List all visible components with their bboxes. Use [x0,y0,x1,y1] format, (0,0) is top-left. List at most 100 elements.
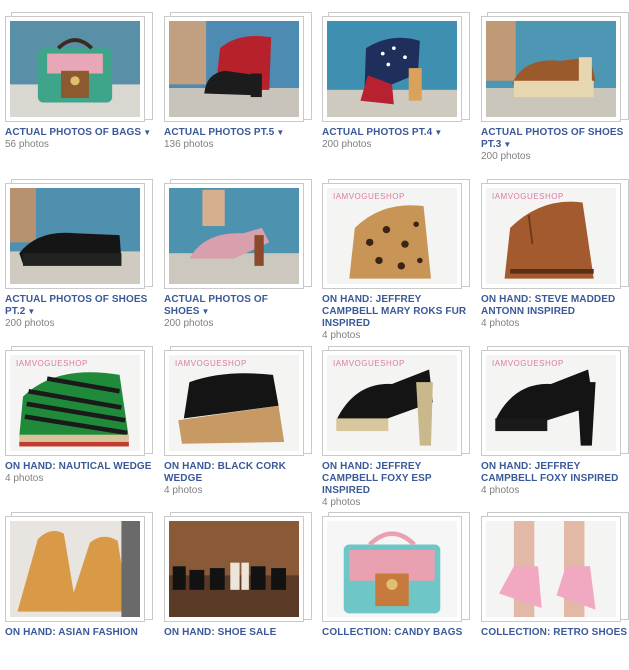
photo-count: 200 photos [481,151,531,162]
album-cover[interactable] [164,516,304,622]
watermark-logo: IAMVOGUESHOP [492,359,564,368]
album-cover[interactable] [5,183,145,289]
album-thumbnail[interactable] [10,21,140,117]
photo-count: 136 photos [164,139,214,150]
album-title-link[interactable]: ON HAND: JEFFREY CAMPBELL MARY ROKS FUR … [322,294,474,330]
album-thumbnail[interactable] [486,21,616,117]
album-cover-stack[interactable]: IAMVOGUESHOP [322,346,470,458]
album-thumbnail[interactable] [10,521,140,617]
album-cover-stack[interactable] [5,12,153,124]
album-cover-stack[interactable]: IAMVOGUESHOP [481,346,629,458]
album-cover[interactable] [5,516,145,622]
watermark-logo: IAMVOGUESHOP [333,192,405,201]
album-card[interactable]: IAMVOGUESHOP ON HAND: STEVE MADDED ANTON… [481,179,629,337]
chevron-down-icon[interactable]: ▼ [27,307,35,316]
album-cover-stack[interactable] [5,512,153,624]
album-card[interactable]: IAMVOGUESHOP ON HAND: JEFFREY CAMPBELL F… [481,346,629,504]
album-card[interactable]: ACTUAL PHOTOS OF BAGS ▼ 56 photos [5,12,157,170]
album-thumbnail[interactable]: IAMVOGUESHOP [486,188,616,284]
album-cover-stack[interactable]: IAMVOGUESHOP [5,346,153,458]
album-cover[interactable] [481,16,621,122]
album-thumbnail[interactable] [169,521,299,617]
album-card[interactable]: ACTUAL PHOTOS PT.5 ▼ 136 photos [164,12,316,170]
album-title-link[interactable]: ON HAND: SHOE SALE [164,627,316,639]
album-thumbnail[interactable] [169,188,299,284]
album-card[interactable]: ACTUAL PHOTOS OF SHOES ▼ 200 photos [164,179,316,337]
album-title-link[interactable]: COLLECTION: CANDY BAGS [322,627,474,639]
album-card[interactable]: ACTUAL PHOTOS OF SHOES PT.2 ▼ 200 photos [5,179,157,337]
album-card[interactable]: ACTUAL PHOTOS PT.4 ▼ 200 photos [322,12,474,170]
album-title-link[interactable]: ON HAND: BLACK CORK WEDGE [164,461,316,485]
album-cover[interactable]: IAMVOGUESHOP [322,183,462,289]
album-cover[interactable] [322,16,462,122]
album-thumbnail[interactable] [169,21,299,117]
watermark-logo: IAMVOGUESHOP [16,359,88,368]
album-title-link[interactable]: ACTUAL PHOTOS PT.5 ▼ [164,127,316,139]
album-card[interactable]: COLLECTION: CANDY BAGS [322,512,474,670]
photo-count: 200 photos [322,139,372,150]
photo-count: 4 photos [322,330,361,341]
album-title-link[interactable]: ACTUAL PHOTOS OF SHOES ▼ [164,294,316,318]
album-card[interactable]: ON HAND: SHOE SALE [164,512,316,670]
chevron-down-icon[interactable]: ▼ [143,128,151,137]
album-cover-stack[interactable] [322,512,470,624]
album-cover-stack[interactable] [164,12,312,124]
album-cover-stack[interactable] [481,12,629,124]
album-cover-stack[interactable]: IAMVOGUESHOP [164,346,312,458]
album-cover[interactable]: IAMVOGUESHOP [164,350,304,456]
photo-count: 200 photos [164,318,214,329]
photo-count: 4 photos [481,485,520,496]
album-cover[interactable]: IAMVOGUESHOP [481,183,621,289]
album-title-link[interactable]: ON HAND: STEVE MADDED ANTONN INSPIRED [481,294,629,318]
album-thumbnail[interactable] [10,188,140,284]
album-thumbnail[interactable] [486,521,616,617]
watermark-logo: IAMVOGUESHOP [333,359,405,368]
album-title-link[interactable]: ACTUAL PHOTOS PT.4 ▼ [322,127,474,139]
album-title-link[interactable]: ON HAND: NAUTICAL WEDGE [5,461,157,473]
album-cover-stack[interactable]: IAMVOGUESHOP [481,179,629,291]
album-cover-stack[interactable] [164,179,312,291]
album-title-link[interactable]: ON HAND: JEFFREY CAMPBELL FOXY INSPIRED [481,461,629,485]
album-thumbnail[interactable]: IAMVOGUESHOP [327,188,457,284]
album-cover[interactable]: IAMVOGUESHOP [5,350,145,456]
chevron-down-icon[interactable]: ▼ [202,307,210,316]
album-cover[interactable] [164,183,304,289]
photo-count: 4 photos [164,485,203,496]
chevron-down-icon[interactable]: ▼ [503,140,511,149]
album-title-link[interactable]: ON HAND: JEFFREY CAMPBELL FOXY ESP INSPI… [322,461,474,497]
album-card[interactable]: IAMVOGUESHOP ON HAND: JEFFREY CAMPBELL F… [322,346,474,508]
album-cover[interactable] [481,516,621,622]
album-cover-stack[interactable] [164,512,312,624]
photo-count: 4 photos [5,473,44,484]
album-cover[interactable] [5,16,145,122]
album-cover[interactable] [322,516,462,622]
album-card[interactable]: COLLECTION: RETRO SHOES [481,512,629,670]
album-card[interactable]: IAMVOGUESHOP ON HAND: JEFFREY CAMPBELL M… [322,179,474,341]
album-title-link[interactable]: ON HAND: ASIAN FASHION [5,627,157,639]
album-title-link[interactable]: ACTUAL PHOTOS OF BAGS ▼ [5,127,157,139]
album-card[interactable]: IAMVOGUESHOP ON HAND: NAUTICAL WEDGE 4 p… [5,346,157,504]
album-cover[interactable] [164,16,304,122]
album-card[interactable]: ACTUAL PHOTOS OF SHOES PT.3 ▼ 200 photos [481,12,629,170]
photo-count: 4 photos [481,318,520,329]
album-title-link[interactable]: ACTUAL PHOTOS OF SHOES PT.2 ▼ [5,294,157,318]
album-card[interactable]: ON HAND: ASIAN FASHION [5,512,157,670]
album-title-link[interactable]: COLLECTION: RETRO SHOES [481,627,629,639]
album-thumbnail[interactable] [327,521,457,617]
album-thumbnail[interactable] [327,21,457,117]
photo-count: 56 photos [5,139,49,150]
album-cover-stack[interactable] [322,12,470,124]
chevron-down-icon[interactable]: ▼ [276,128,284,137]
album-cover-stack[interactable] [481,512,629,624]
album-card[interactable]: IAMVOGUESHOP ON HAND: BLACK CORK WEDGE 4… [164,346,316,504]
chevron-down-icon[interactable]: ▼ [434,128,442,137]
album-thumbnail[interactable]: IAMVOGUESHOP [327,355,457,451]
album-cover-stack[interactable]: IAMVOGUESHOP [322,179,470,291]
album-cover[interactable]: IAMVOGUESHOP [481,350,621,456]
album-thumbnail[interactable]: IAMVOGUESHOP [10,355,140,451]
album-cover-stack[interactable] [5,179,153,291]
album-title-link[interactable]: ACTUAL PHOTOS OF SHOES PT.3 ▼ [481,127,629,151]
album-cover[interactable]: IAMVOGUESHOP [322,350,462,456]
album-thumbnail[interactable]: IAMVOGUESHOP [169,355,299,451]
album-thumbnail[interactable]: IAMVOGUESHOP [486,355,616,451]
